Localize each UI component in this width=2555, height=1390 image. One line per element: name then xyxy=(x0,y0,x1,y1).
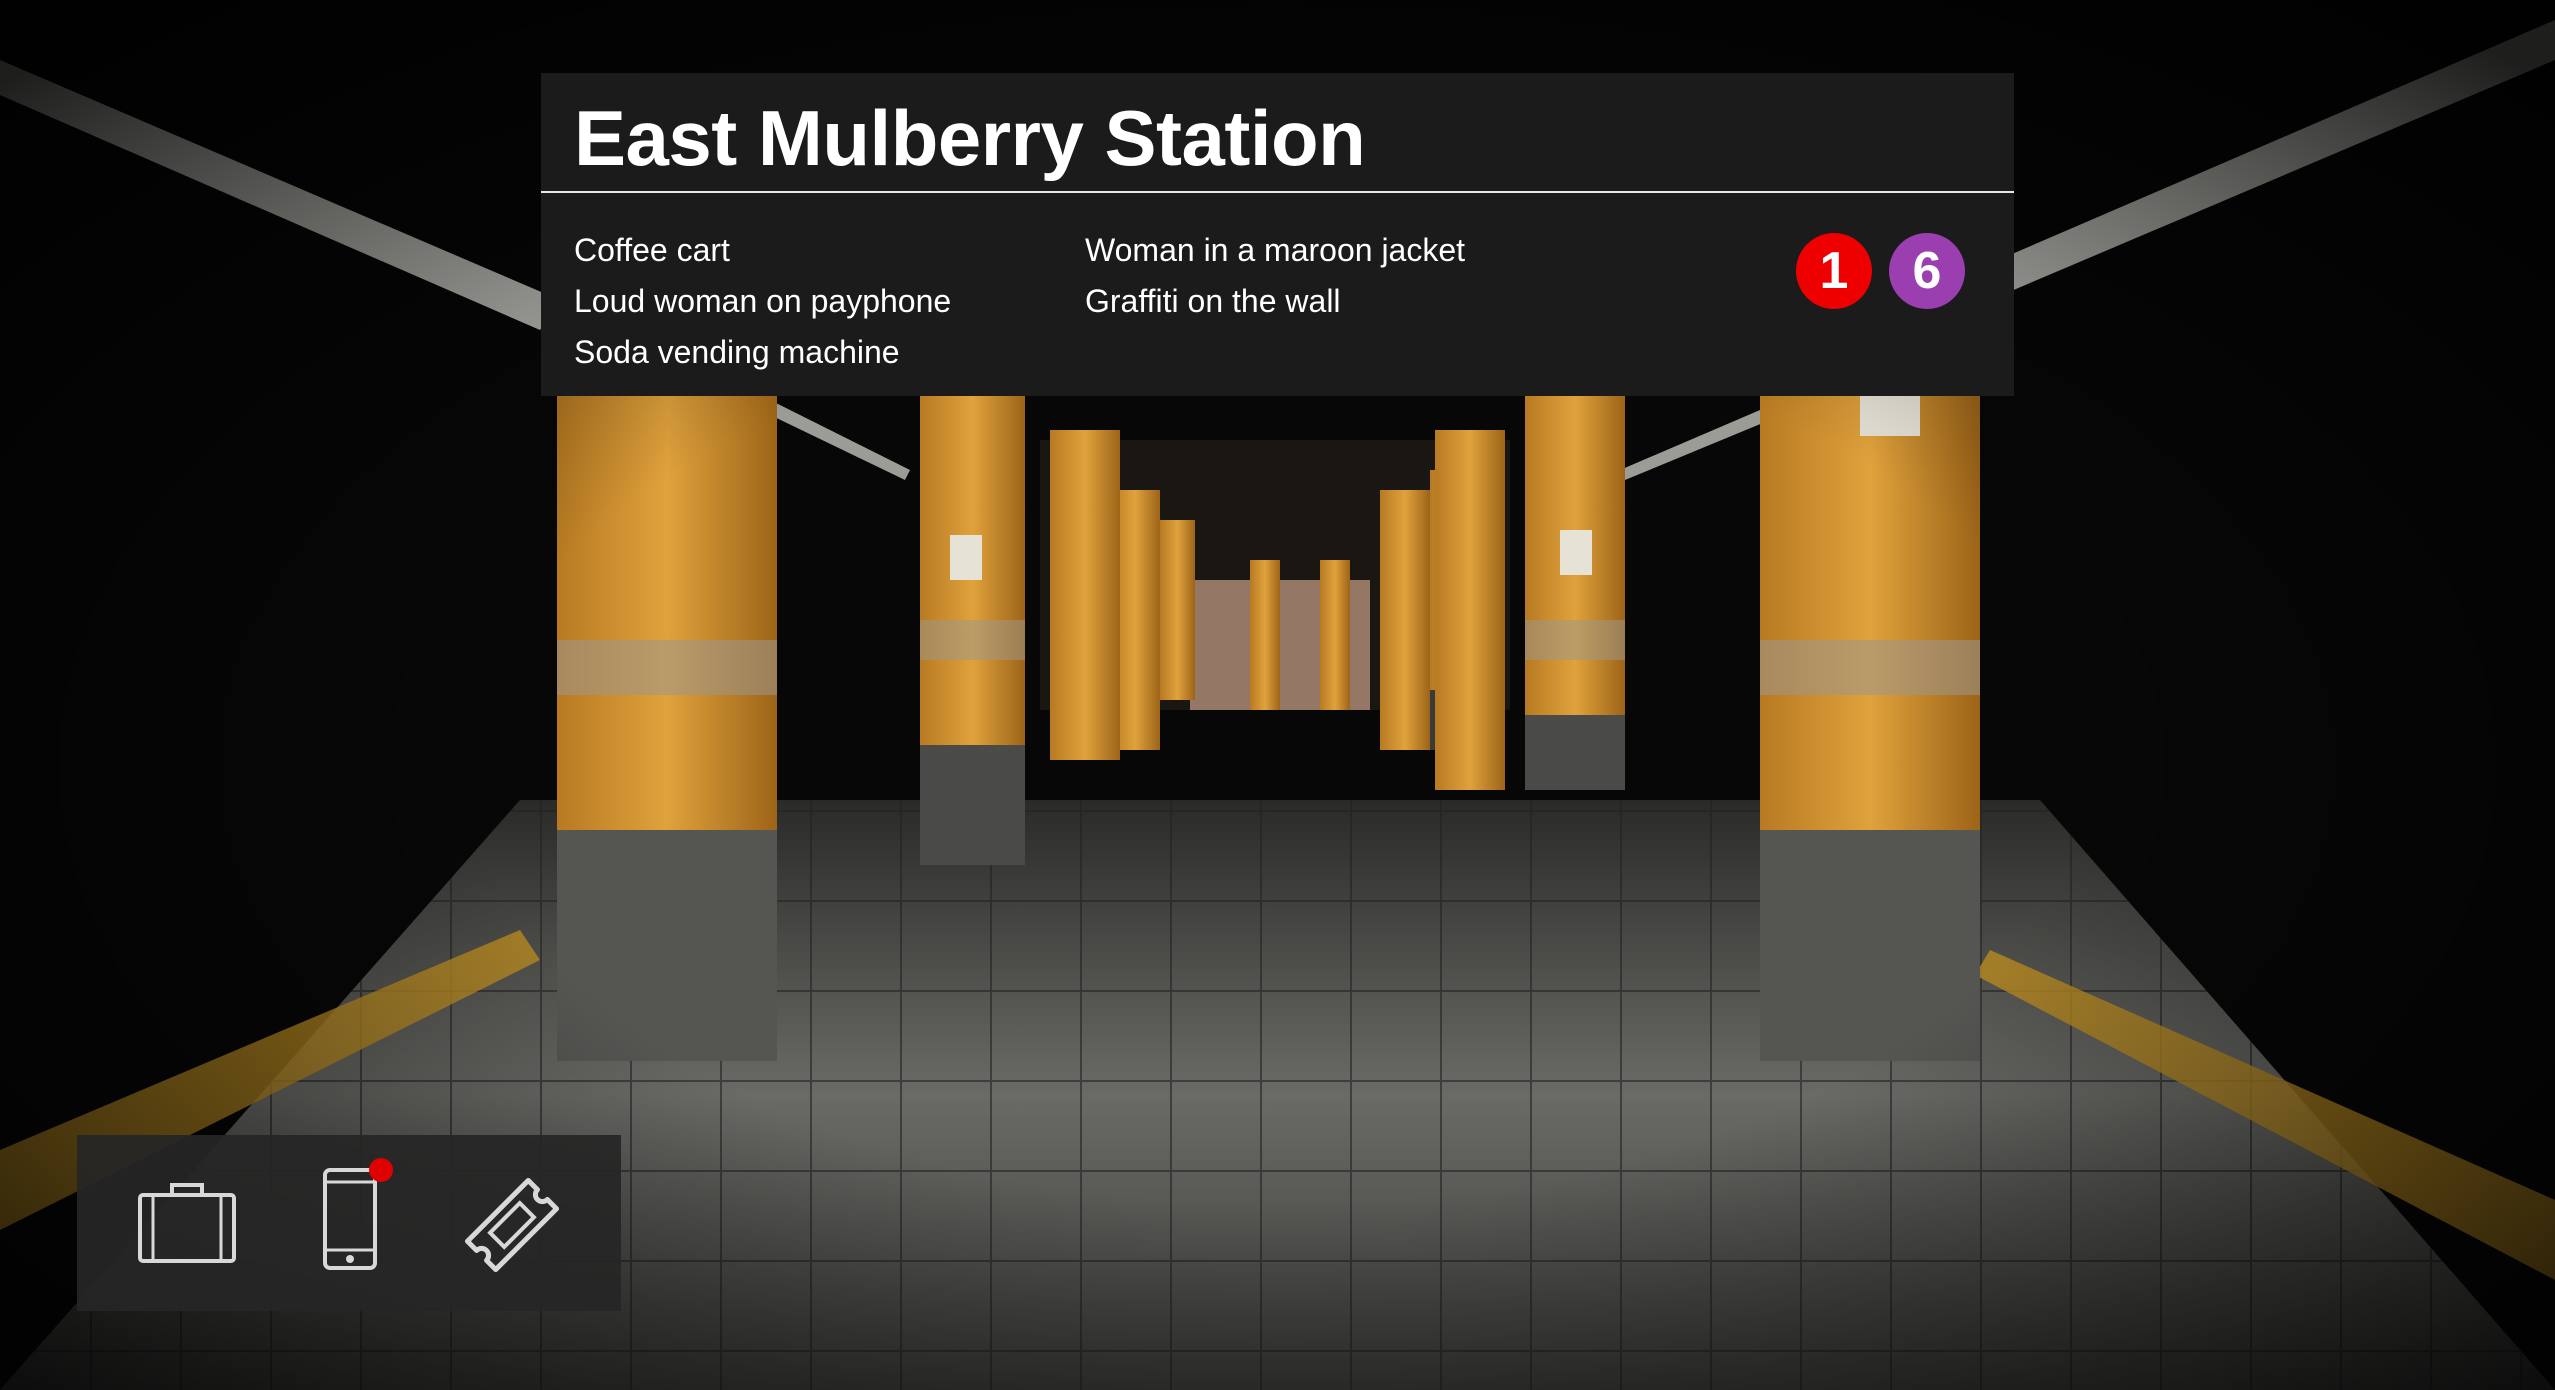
phone-icon xyxy=(323,1168,377,1270)
briefcase-icon xyxy=(138,1183,236,1263)
inventory-bar xyxy=(77,1135,621,1311)
ticket-button[interactable] xyxy=(457,1170,567,1280)
station-name: East Mulberry Station xyxy=(574,94,1366,182)
title-divider xyxy=(541,191,2014,193)
line-badge-6[interactable]: 6 xyxy=(1889,233,1965,309)
object-item-woman-maroon-jacket[interactable]: Woman in a maroon jacket xyxy=(1085,225,1465,276)
briefcase-button[interactable] xyxy=(137,1175,237,1275)
phone-notification-dot xyxy=(369,1158,393,1182)
object-item-graffiti[interactable]: Graffiti on the wall xyxy=(1085,276,1465,327)
object-item-loud-woman[interactable]: Loud woman on payphone xyxy=(574,276,951,327)
phone-button[interactable] xyxy=(317,1158,393,1275)
line-badge-1[interactable]: 1 xyxy=(1796,233,1872,309)
station-info-panel: East Mulberry Station Coffee cart Loud w… xyxy=(541,73,2014,396)
object-item-coffee-cart[interactable]: Coffee cart xyxy=(574,225,951,276)
object-list-right: Woman in a maroon jacket Graffiti on the… xyxy=(1085,225,1465,327)
object-list-left: Coffee cart Loud woman on payphone Soda … xyxy=(574,225,951,378)
ticket-icon xyxy=(464,1177,560,1273)
subway-line-badges: 1 6 xyxy=(1796,233,1965,309)
object-item-soda-machine[interactable]: Soda vending machine xyxy=(574,327,951,378)
